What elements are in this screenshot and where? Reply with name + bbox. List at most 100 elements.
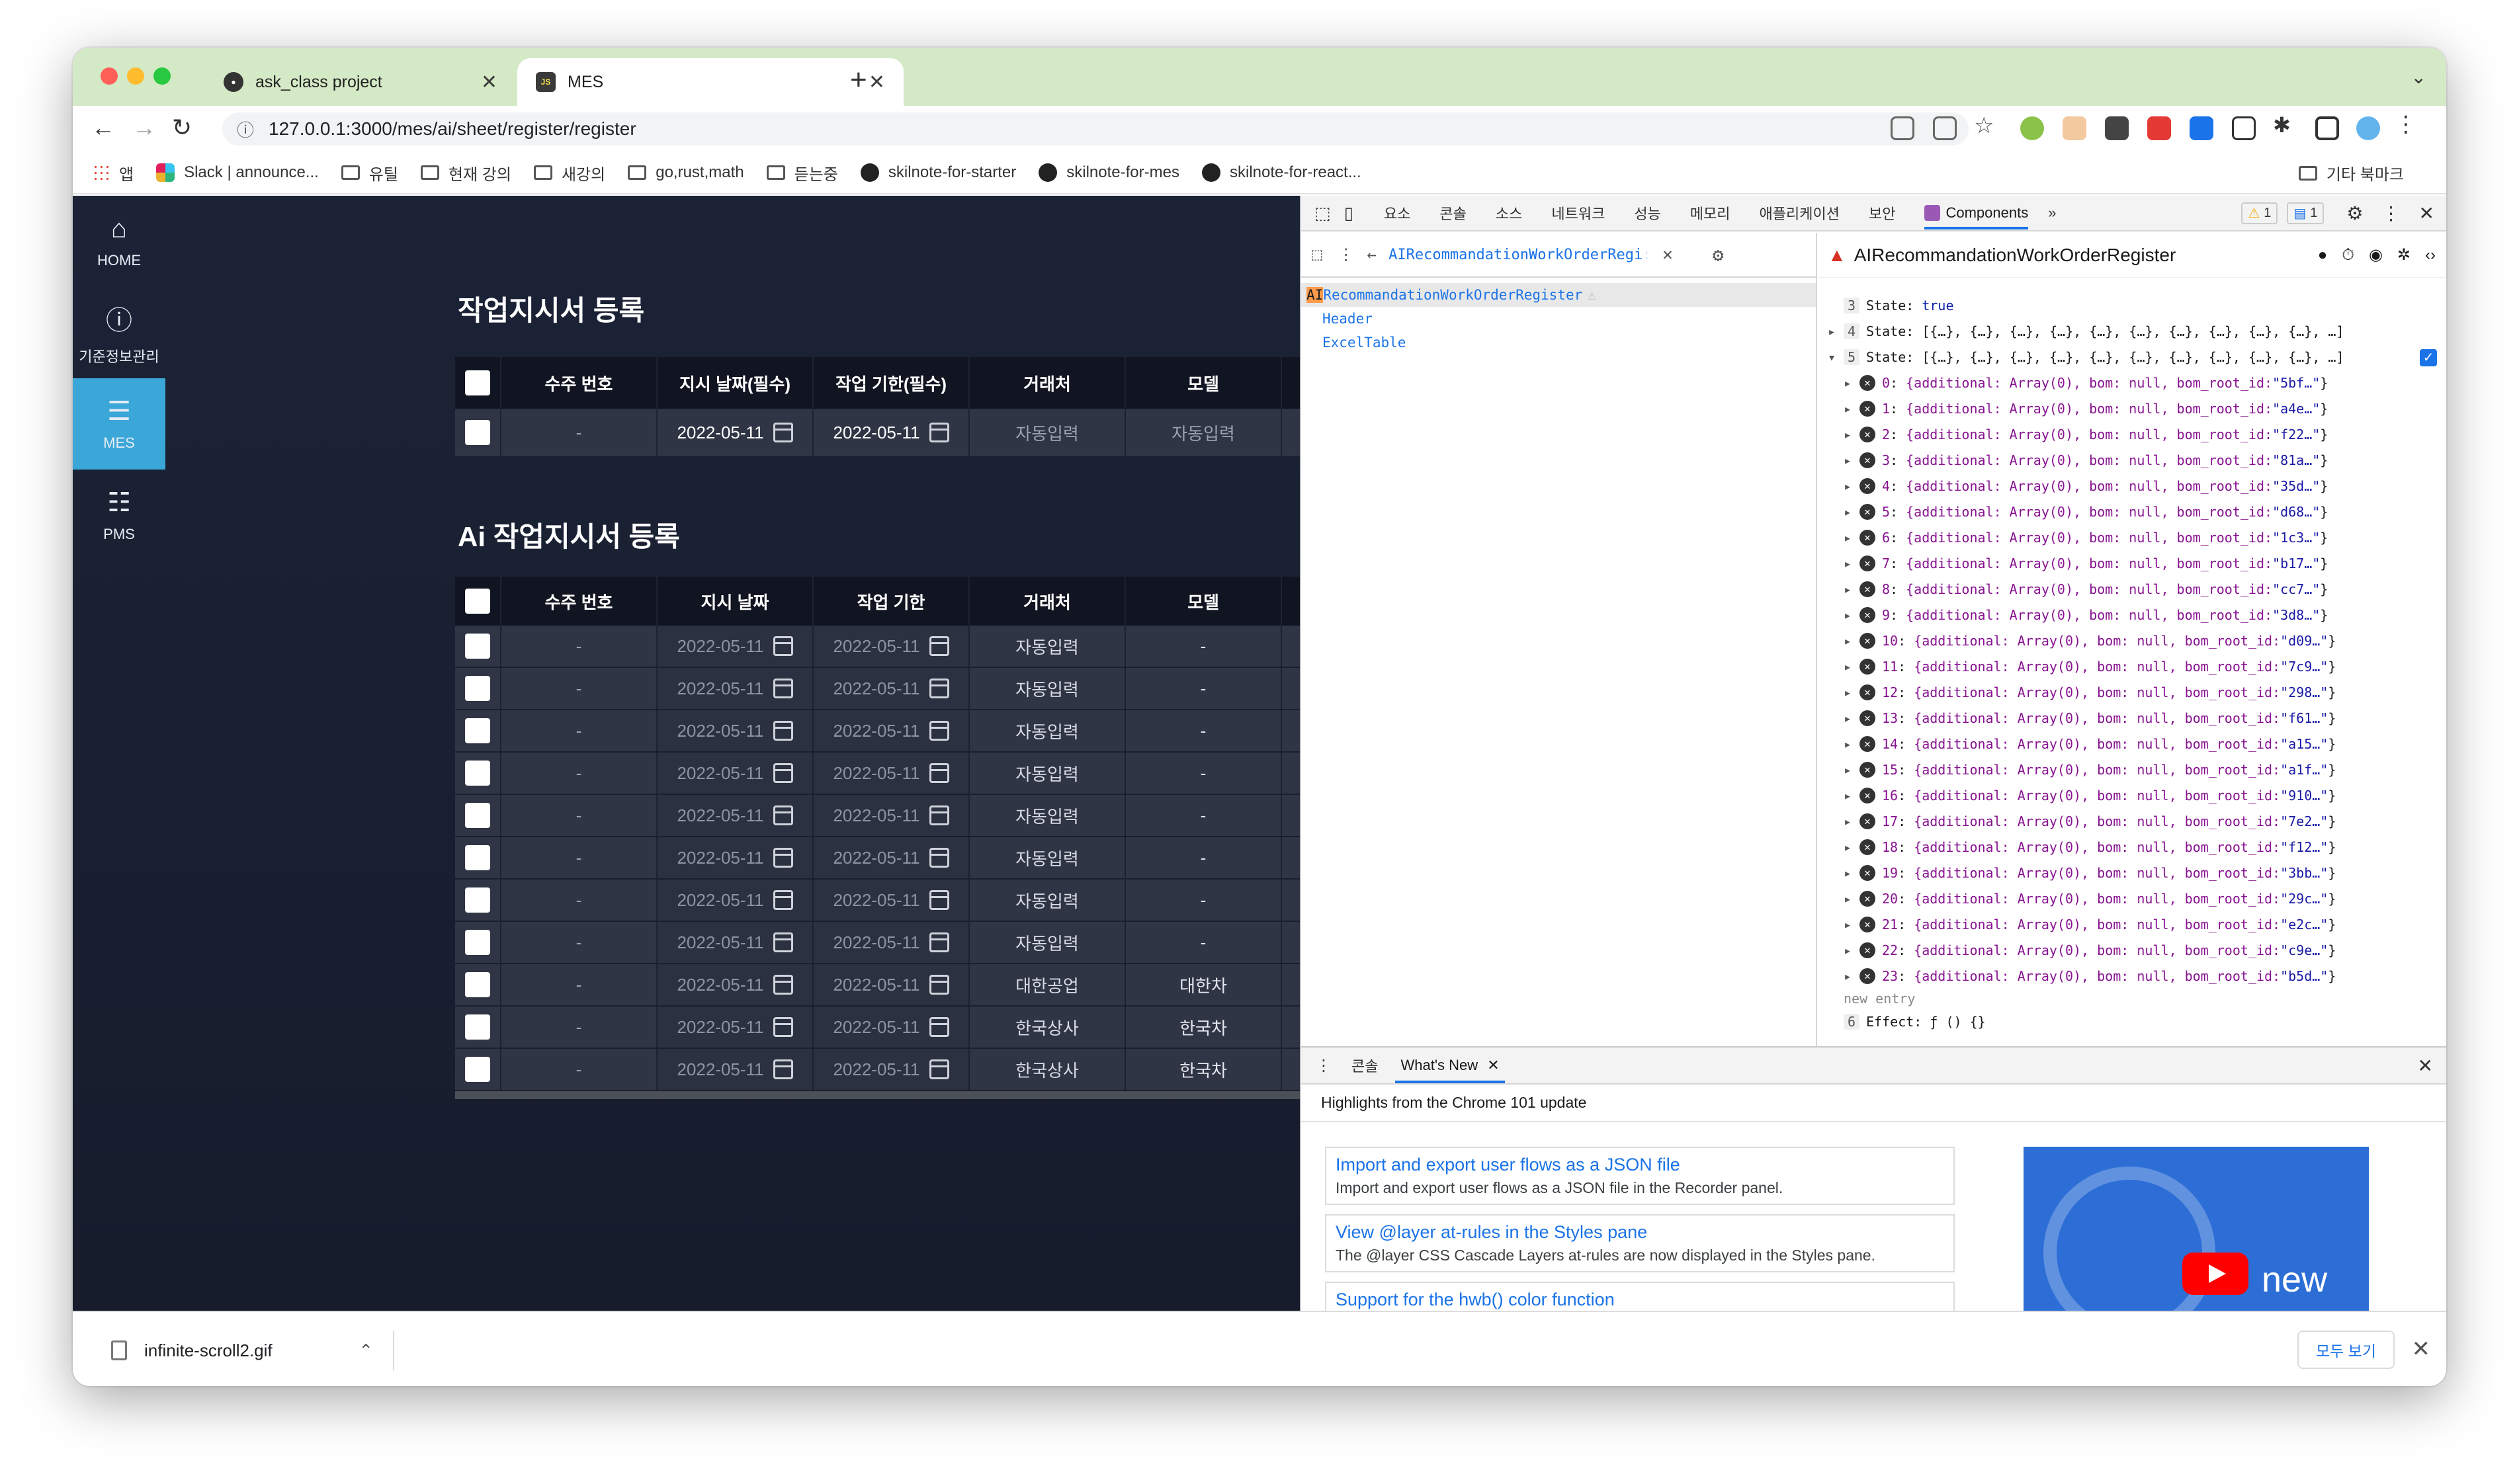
calendar-icon[interactable] [773, 763, 793, 783]
suspend-icon[interactable]: ● [2318, 246, 2328, 265]
extension-icon[interactable] [2105, 116, 2129, 140]
remove-entry-icon[interactable]: ✕ [1859, 632, 1875, 649]
hook-entry-row[interactable]: ▸ ✕ 19: {additional: Array(0), bom: null, … [1828, 860, 2446, 886]
checkbox[interactable] [465, 887, 490, 913]
select-element-icon[interactable]: ⬚ [1312, 245, 1322, 265]
date-cell[interactable]: 2022-05-11 [658, 409, 814, 456]
close-icon[interactable]: ✕ [2419, 202, 2434, 224]
hook-entry-row[interactable]: ▸ ✕ 6: {additional: Array(0), bom: null, b… [1828, 524, 2446, 550]
calendar-icon[interactable] [929, 975, 949, 995]
hook-entry-row[interactable]: ▸ ✕ 5: {additional: Array(0), bom: null, b… [1828, 499, 2446, 524]
zoom-window-button[interactable] [153, 67, 171, 85]
bookmark-folder[interactable]: 현재 강의 [420, 161, 511, 185]
caret-right-icon[interactable]: ▸ [1844, 504, 1859, 520]
deadline-cell[interactable]: 2022-05-11 [814, 837, 970, 878]
calendar-icon[interactable] [929, 763, 949, 783]
bookmark-folder[interactable]: 유틸 [341, 161, 398, 185]
close-icon[interactable]: ✕ [869, 71, 885, 94]
calendar-icon[interactable] [929, 1059, 949, 1079]
minimize-window-button[interactable] [127, 67, 144, 85]
date-cell[interactable]: 2022-05-11 [658, 964, 814, 1005]
calendar-icon[interactable] [929, 1017, 949, 1037]
remove-entry-icon[interactable]: ✕ [1859, 374, 1875, 391]
remove-entry-icon[interactable]: ✕ [1859, 942, 1875, 958]
caret-right-icon[interactable]: ▸ [1844, 839, 1859, 855]
eye-icon[interactable]: ◉ [2369, 245, 2383, 265]
new-entry-row[interactable]: new entry [1828, 989, 2446, 1009]
caret-right-icon[interactable]: ▸ [1844, 607, 1859, 623]
calendar-icon[interactable] [773, 423, 793, 442]
checkbox[interactable] [465, 845, 490, 870]
calendar-icon[interactable] [773, 890, 793, 910]
checkbox[interactable] [465, 718, 490, 743]
hook-entry-row[interactable]: ▸ ✕ 23: {additional: Array(0), bom: null, … [1828, 963, 2446, 989]
date-cell[interactable]: 2022-05-11 [658, 922, 814, 963]
calendar-icon[interactable] [773, 721, 793, 741]
hook-entry-row[interactable]: ▸ ✕ 9: {additional: Array(0), bom: null, b… [1828, 602, 2446, 628]
close-icon[interactable]: ✕ [1487, 1057, 1499, 1073]
back-arrow-icon[interactable]: ← [91, 114, 115, 142]
back-arrow-icon[interactable]: ← [1367, 245, 1377, 264]
remove-entry-icon[interactable]: ✕ [1859, 529, 1875, 546]
deadline-cell[interactable]: 2022-05-11 [814, 880, 970, 921]
sidebar-item-home[interactable]: ⌂ HOME [73, 196, 165, 287]
more-vert-icon[interactable]: ⋮ [2395, 111, 2418, 137]
remove-entry-icon[interactable]: ✕ [1859, 606, 1875, 623]
devtools-tab-console[interactable]: 콘솔 [1439, 202, 1466, 224]
sidebar-item-pms[interactable]: ☷ PMS [73, 470, 165, 561]
forward-arrow-icon[interactable]: → [132, 114, 156, 142]
date-cell[interactable]: 2022-05-11 [658, 837, 814, 878]
remove-entry-icon[interactable]: ✕ [1859, 761, 1875, 778]
caret-right-icon[interactable]: ▸ [1844, 762, 1859, 778]
deadline-cell[interactable]: 2022-05-11 [814, 710, 970, 751]
remove-entry-icon[interactable]: ✕ [1859, 839, 1875, 855]
checkbox[interactable] [465, 589, 490, 614]
date-cell[interactable]: 2022-05-11 [658, 668, 814, 709]
remove-entry-icon[interactable]: ✕ [1859, 400, 1875, 417]
hook-entry-row[interactable]: ▸ ✕ 16: {additional: Array(0), bom: null, … [1828, 782, 2446, 808]
bookmark-github[interactable]: skilnote-for-react... [1201, 163, 1361, 182]
close-icon[interactable]: ✕ [2412, 1336, 2431, 1362]
hook-entry-row[interactable]: ▸ ✕ 1: {additional: Array(0), bom: null, b… [1828, 395, 2446, 421]
clear-search-icon[interactable]: ✕ [1662, 245, 1673, 265]
whats-new-card[interactable]: Import and export user flows as a JSON f… [1325, 1147, 1955, 1205]
devtools-tab-memory[interactable]: 메모리 [1690, 202, 1730, 224]
remove-entry-icon[interactable]: ✕ [1859, 968, 1875, 984]
calendar-icon[interactable] [773, 1017, 793, 1037]
date-cell[interactable]: 2022-05-11 [658, 753, 814, 794]
caret-down-icon[interactable]: ▾ [1828, 349, 1844, 365]
deadline-cell[interactable]: 2022-05-11 [814, 668, 970, 709]
date-cell[interactable]: 2022-05-11 [658, 626, 814, 667]
avatar[interactable] [2356, 116, 2380, 140]
close-icon[interactable]: ✕ [2418, 1055, 2433, 1077]
more-vert-icon[interactable]: ⋮ [2382, 202, 2401, 224]
deadline-cell[interactable]: 2022-05-11 [814, 626, 970, 667]
more-vert-icon[interactable]: ⋮ [1338, 245, 1354, 264]
checkbox[interactable] [465, 1057, 490, 1082]
caret-right-icon[interactable]: ▸ [1844, 865, 1859, 881]
info-icon[interactable]: ⓘ [237, 117, 254, 142]
deadline-cell[interactable]: 2022-05-11 [814, 964, 970, 1005]
checkbox[interactable] [465, 634, 490, 659]
remove-entry-icon[interactable]: ✕ [1859, 581, 1875, 597]
bookmark-other[interactable]: 기타 북마크 [2298, 161, 2404, 185]
component-search-input[interactable]: AIRecommandationWorkOrderRegi: [1388, 247, 1646, 263]
calendar-icon[interactable] [929, 932, 949, 952]
header-select-all[interactable] [455, 577, 501, 626]
drawer-tab-whats-new[interactable]: What's New ✕ [1395, 1048, 1505, 1083]
caret-right-icon[interactable]: ▸ [1844, 788, 1859, 804]
date-cell[interactable]: 2022-05-11 [658, 880, 814, 921]
devtools-tab-network[interactable]: 네트워크 [1551, 202, 1605, 224]
bookmark-github[interactable]: skilnote-for-starter [860, 163, 1016, 182]
deadline-cell[interactable]: 2022-05-11 [814, 795, 970, 836]
row-select[interactable] [455, 795, 501, 836]
caret-right-icon[interactable]: ▸ [1844, 710, 1859, 726]
caret-right-icon[interactable]: ▸ [1844, 684, 1859, 700]
hook-entry-row[interactable]: ▸ ✕ 10: {additional: Array(0), bom: null, … [1828, 628, 2446, 653]
device-toolbar-icon[interactable]: ▯ [1344, 203, 1353, 224]
date-cell[interactable]: 2022-05-11 [658, 710, 814, 751]
calendar-icon[interactable] [773, 679, 793, 698]
hook-entry-row[interactable]: ▸ ✕ 12: {additional: Array(0), bom: null, … [1828, 679, 2446, 705]
remove-entry-icon[interactable]: ✕ [1859, 813, 1875, 829]
devtools-tab-sources[interactable]: 소스 [1496, 202, 1522, 224]
